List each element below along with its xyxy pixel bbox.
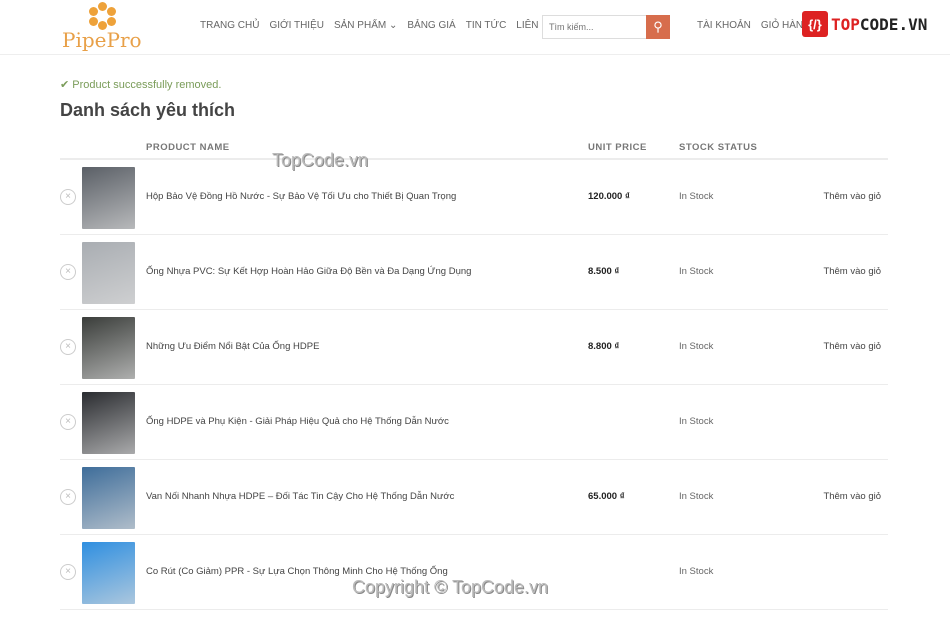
- stock-status: In Stock: [679, 191, 714, 202]
- remove-icon[interactable]: ×: [60, 189, 76, 205]
- nav-item-home[interactable]: TRANG CHỦ: [200, 20, 259, 31]
- column-header-price: UNIT PRICE: [588, 142, 647, 153]
- remove-icon[interactable]: ×: [60, 489, 76, 505]
- check-icon: ✔: [60, 79, 70, 91]
- table-row: × Ống HDPE và Phụ Kiện - Giải Pháp Hiệu …: [60, 385, 888, 460]
- add-to-cart-button[interactable]: Thêm vào giỏ: [823, 341, 881, 352]
- stock-status: In Stock: [679, 266, 714, 277]
- search-form: ⚲: [542, 15, 670, 39]
- product-name-link[interactable]: Ống HDPE và Phụ Kiện - Giải Pháp Hiệu Qu…: [146, 416, 449, 427]
- column-header-name: PRODUCT NAME: [146, 142, 230, 153]
- product-name-link[interactable]: Co Rút (Co Giảm) PPR - Sự Lựa Chọn Thông…: [146, 566, 448, 577]
- remove-icon[interactable]: ×: [60, 339, 76, 355]
- search-button[interactable]: ⚲: [646, 15, 670, 39]
- product-thumbnail[interactable]: [82, 467, 135, 529]
- unit-price: 120.000 ₫: [588, 191, 630, 202]
- search-input[interactable]: [542, 15, 646, 39]
- product-thumbnail[interactable]: [82, 167, 135, 229]
- unit-price: 8.500 ₫: [588, 266, 620, 277]
- logo-flower-icon: [88, 2, 118, 30]
- nav-item-news[interactable]: TIN TỨC: [466, 20, 507, 31]
- table-row: × Ống Nhựa PVC: Sự Kết Hợp Hoàn Hảo Giữa…: [60, 235, 888, 310]
- product-thumbnail[interactable]: [82, 242, 135, 304]
- stock-status: In Stock: [679, 491, 714, 502]
- stock-status: In Stock: [679, 341, 714, 352]
- table-row: × Những Ưu Điểm Nổi Bật Của Ống HDPE 8.8…: [60, 310, 888, 385]
- add-to-cart-button[interactable]: Thêm vào giỏ: [823, 491, 881, 502]
- nav-item-pricing[interactable]: BẢNG GIÁ: [407, 20, 455, 31]
- table-row: × Hộp Bảo Vệ Đồng Hồ Nước - Sự Bảo Vệ Tố…: [60, 160, 888, 235]
- product-thumbnail[interactable]: [82, 317, 135, 379]
- table-row: × Van Nối Nhanh Nhựa HDPE – Đối Tác Tin …: [60, 460, 888, 535]
- remove-icon[interactable]: ×: [60, 264, 76, 280]
- logo-text: PipePro: [62, 28, 142, 52]
- success-message: ✔ Product successfully removed.: [60, 79, 222, 91]
- main-nav: TRANG CHỦ GIỚI THIỆU SẢN PHẨM ⌄ BẢNG GIÁ…: [200, 20, 555, 31]
- remove-icon[interactable]: ×: [60, 564, 76, 580]
- unit-price: 65.000 ₫: [588, 491, 625, 502]
- product-name-link[interactable]: Hộp Bảo Vệ Đồng Hồ Nước - Sự Bảo Vệ Tối …: [146, 191, 456, 202]
- product-thumbnail[interactable]: [82, 392, 135, 454]
- logo[interactable]: PipePro: [60, 2, 150, 52]
- product-name-link[interactable]: Ống Nhựa PVC: Sự Kết Hợp Hoàn Hảo Giữa Đ…: [146, 266, 471, 277]
- remove-icon[interactable]: ×: [60, 414, 76, 430]
- product-name-link[interactable]: Van Nối Nhanh Nhựa HDPE – Đối Tác Tin Cậ…: [146, 491, 454, 502]
- column-header-stock: STOCK STATUS: [679, 142, 758, 153]
- account-link[interactable]: TÀI KHOẢN: [697, 20, 751, 31]
- unit-price: 8.800 ₫: [588, 341, 620, 352]
- add-to-cart-button[interactable]: Thêm vào giỏ: [823, 191, 881, 202]
- nav-item-products[interactable]: SẢN PHẨM ⌄: [334, 20, 397, 31]
- stock-status: In Stock: [679, 416, 714, 427]
- account-nav: TÀI KHOẢN GIỎ HÀNG: [697, 20, 811, 31]
- add-to-cart-button[interactable]: Thêm vào giỏ: [823, 266, 881, 277]
- product-name-link[interactable]: Những Ưu Điểm Nổi Bật Của Ống HDPE: [146, 341, 319, 352]
- nav-item-about[interactable]: GIỚI THIỆU: [269, 20, 324, 31]
- product-thumbnail[interactable]: [82, 542, 135, 604]
- site-header: PipePro TRANG CHỦ GIỚI THIỆU SẢN PHẨM ⌄ …: [0, 0, 950, 55]
- topcode-watermark-logo: {/} TOPCODE.VN: [802, 11, 927, 37]
- code-icon: {/}: [802, 11, 828, 37]
- stock-status: In Stock: [679, 566, 714, 577]
- search-icon: ⚲: [653, 19, 663, 34]
- page-title: Danh sách yêu thích: [60, 100, 236, 120]
- table-row: × Co Rút (Co Giảm) PPR - Sự Lựa Chọn Thô…: [60, 535, 888, 610]
